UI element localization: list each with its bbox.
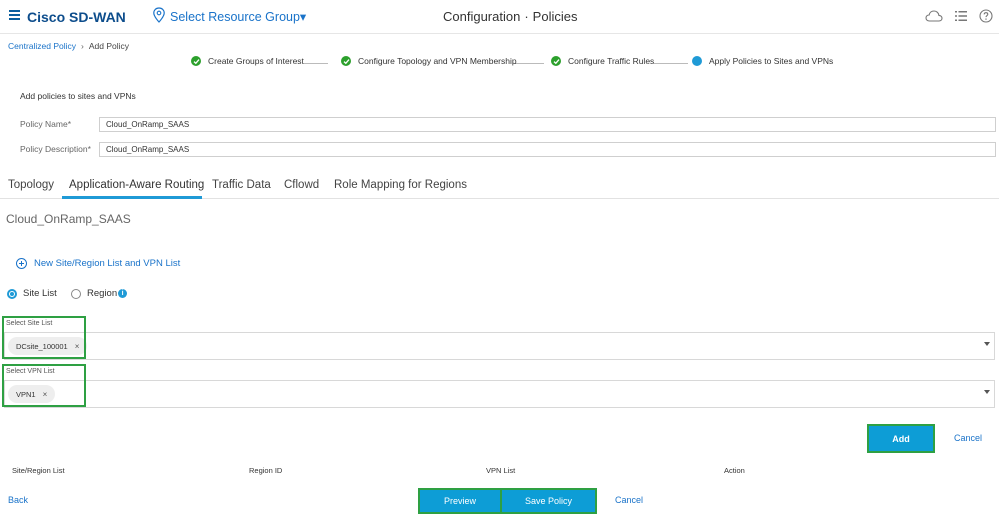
cancel-link[interactable]: Cancel [954,433,982,443]
hamburger-icon[interactable] [9,10,20,20]
highlight-box [2,364,86,407]
tab-topology[interactable]: Topology [8,179,54,191]
policy-description-label-text: Policy Description [20,144,88,154]
chevron-down-icon[interactable] [984,342,990,346]
page-title-separator: · [524,9,529,24]
check-icon [341,56,351,66]
highlight-box [2,316,86,359]
active-tab-indicator [62,196,202,199]
tab-cflowd[interactable]: Cflowd [284,179,319,191]
step-connector [304,63,328,64]
vpn-list-select[interactable] [4,380,995,408]
active-step-icon [692,56,702,66]
tab-role-mapping-for-regions[interactable]: Role Mapping for Regions [334,179,467,191]
column-header-region-id: Region ID [249,466,283,475]
required-mark: * [87,144,91,154]
required-mark: * [67,119,72,129]
page-title: Configuration · Policies [443,9,577,24]
step-connector [514,63,544,64]
aar-policy-title: Cloud_OnRamp_SAAS [6,212,131,226]
highlight-box [418,488,502,514]
policy-name-label-text: Policy Name [20,119,68,129]
chevron-right-icon: › [81,41,84,51]
list-icon[interactable] [955,10,967,22]
footer-cancel-link[interactable]: Cancel [615,495,643,505]
step-apply-policies[interactable]: Apply Policies to Sites and VPNs [692,56,833,66]
location-pin-icon [153,7,165,23]
progress-stepper: Create Groups of Interest Configure Topo… [190,56,840,70]
highlight-box [867,424,935,453]
step-connector [654,63,688,64]
back-link[interactable]: Back [8,495,28,505]
new-site-region-list-link[interactable]: New Site/Region List and VPN List [16,258,180,269]
step-configure-traffic-rules[interactable]: Configure Traffic Rules [551,56,654,66]
step-label: Configure Topology and VPN Membership [358,56,517,66]
help-icon[interactable] [979,9,993,23]
step-label: Configure Traffic Rules [568,56,655,66]
brand-logo: Cisco SD-WAN [27,9,126,25]
radio-button-selected[interactable] [7,288,17,299]
check-icon [191,56,201,66]
step-configure-topology[interactable]: Configure Topology and VPN Membership [341,56,517,66]
policy-description-label: Policy Description* [20,144,91,154]
column-header-vpn-list: VPN List [486,466,516,475]
step-label: Apply Policies to Sites and VPNs [709,56,834,66]
chevron-down-icon[interactable] [984,390,990,394]
new-site-region-list-label: New Site/Region List and VPN List [34,258,181,269]
tab-traffic-data[interactable]: Traffic Data [212,179,271,191]
radio-region-label: Region [87,288,118,299]
radio-region[interactable]: Region i [71,288,128,299]
radio-site-list[interactable]: Site List [7,288,57,299]
form-heading: Add policies to sites and VPNs [20,91,136,101]
site-list-select[interactable] [4,332,995,360]
cloud-icon[interactable] [925,9,943,23]
breadcrumb: Centralized Policy › Add Policy [8,41,129,51]
policy-description-field[interactable]: Cloud_OnRamp_SAAS [99,142,996,157]
page-title-page: Policies [532,9,578,24]
top-bar: Cisco SD-WAN Select Resource Group▾ Conf… [0,0,999,34]
policy-name-field[interactable]: Cloud_OnRamp_SAAS [99,117,996,132]
policy-name-label: Policy Name* [20,119,71,129]
tab-application-aware-routing[interactable]: Application-Aware Routing [69,179,204,191]
radio-site-list-label: Site List [23,288,57,299]
step-label: Create Groups of Interest [208,56,304,66]
check-icon [551,56,561,66]
step-create-groups[interactable]: Create Groups of Interest [191,56,304,66]
column-header-site-region-list: Site/Region List [12,466,65,475]
info-icon[interactable]: i [118,289,128,298]
breadcrumb-current: Add Policy [88,41,130,51]
page-title-section: Configuration [443,9,521,24]
plus-circle-icon [16,258,27,269]
column-header-action: Action [724,466,745,475]
radio-button[interactable] [71,288,81,299]
breadcrumb-centralized-policy[interactable]: Centralized Policy [8,41,76,51]
highlight-box [500,488,597,514]
resource-group-dropdown[interactable]: Select Resource Group▾ [170,9,306,24]
